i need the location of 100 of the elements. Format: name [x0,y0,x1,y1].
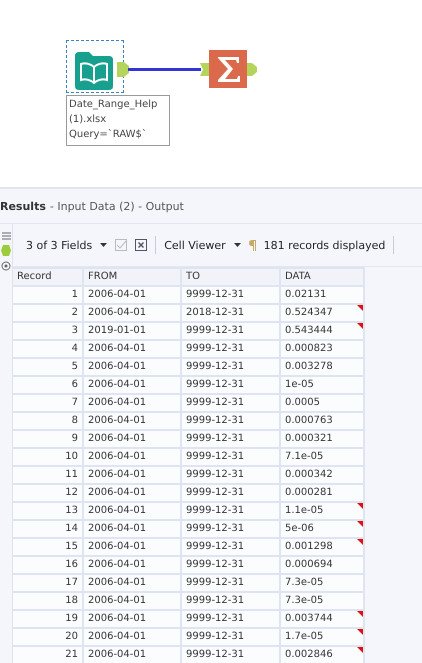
annotation-line: Query=`RAW$` [69,128,148,142]
table-cell: 2006-04-01 [84,305,180,321]
table-cell: 9999-12-31 [182,323,279,339]
table-cell: 0.000321 [281,431,363,447]
table-cell: 2006-04-01 [84,413,180,429]
panel-subtitle: - Input Data (2) - Output [50,200,184,212]
flag-icon [357,647,363,653]
viewer-dropdown[interactable]: Cell Viewer [164,238,241,252]
annotation-line: Date_Range_Help [69,98,158,112]
table-cell: 0.000763 [281,413,363,429]
fields-dropdown[interactable]: 3 of 3 Fields [26,238,108,252]
column-header[interactable]: DATA [281,269,363,285]
record-number: 16 [13,557,82,573]
table-cell: 2006-04-01 [84,431,180,447]
table-cell: 9999-12-31 [182,395,279,411]
column-header[interactable]: TO [182,269,279,285]
table-cell: 9999-12-31 [182,647,279,663]
record-number: 15 [13,539,82,555]
table-cell: 0.02131 [281,287,363,303]
table-cell: 2006-04-01 [84,647,180,663]
table-cell: 9999-12-31 [182,377,279,393]
record-number: 4 [13,341,82,357]
table-cell: 0.001298 [281,539,363,555]
table-cell: 2006-04-01 [84,503,180,519]
panel-title: Results [0,200,46,212]
caret-icon [100,243,108,247]
table-cell: 2006-04-01 [84,557,180,573]
record-number: 7 [13,395,82,411]
record-number: 19 [13,611,82,627]
table-cell: 7.3e-05 [281,593,363,609]
close-icon[interactable] [135,239,148,251]
record-number: 13 [13,503,82,519]
pilcrow-icon[interactable] [248,240,256,250]
record-number: 11 [13,467,82,483]
flag-icon [357,305,363,311]
table-cell: 9999-12-31 [182,593,279,609]
column-header[interactable]: Record [13,269,82,285]
table-cell: 9999-12-31 [182,575,279,591]
table-cell: 0.000281 [281,485,363,501]
table-cell: 1.7e-05 [281,629,363,645]
column-header[interactable]: FROM [84,269,180,285]
table-cell: 5e-06 [281,521,363,537]
flag-icon [357,521,363,527]
table-cell: 9999-12-31 [182,557,279,573]
table-cell: 9999-12-31 [182,629,279,645]
table-cell: 9999-12-31 [182,467,279,483]
record-number: 9 [13,431,82,447]
table-cell: 2006-04-01 [84,449,180,465]
table-cell: 0.000342 [281,467,363,483]
table-cell: 0.524347 [281,305,363,321]
table-cell: 9999-12-31 [182,431,279,447]
caret-icon [234,243,241,247]
menu-icon[interactable] [2,232,10,240]
table-cell: 2006-04-01 [84,467,180,483]
table-cell: 2006-04-01 [84,575,180,591]
annotation-line: (1).xlsx [69,113,108,127]
table-cell: 7.1e-05 [281,449,363,465]
record-number: 20 [13,629,82,645]
table-cell: 1e-05 [281,377,363,393]
table-cell: 2006-04-01 [84,629,180,645]
circle-icon[interactable] [1,261,11,271]
table-cell: 2018-12-31 [182,305,279,321]
output-anchor-icon[interactable] [117,62,129,77]
record-number: 5 [13,359,82,375]
record-number: 17 [13,575,82,591]
table-cell: 9999-12-31 [182,485,279,501]
record-number: 18 [13,593,82,609]
flag-icon [357,539,363,545]
table-cell: 0.000694 [281,557,363,573]
table-cell: 9999-12-31 [182,449,279,465]
record-number: 3 [13,323,82,339]
table-cell: 0.003278 [281,359,363,375]
checkbox-icon[interactable] [115,239,128,251]
table-cell: 0.002846 [281,647,363,663]
sigma-icon[interactable] [209,50,247,88]
records-count: 181 records displayed [264,238,386,252]
record-number: 1 [13,287,82,303]
record-number: 12 [13,485,82,501]
table-cell: 9999-12-31 [182,287,279,303]
table-cell: 2006-04-01 [84,287,180,303]
table-cell: 2006-04-01 [84,377,180,393]
table-cell: 0.0005 [281,395,363,411]
table-cell: 7.3e-05 [281,575,363,591]
table-cell: 9999-12-31 [182,359,279,375]
table-cell: 9999-12-31 [182,521,279,537]
table-cell: 1.1e-05 [281,503,363,519]
flag-icon [357,323,363,329]
flag-icon [357,629,363,635]
table-cell: 2006-04-01 [84,395,180,411]
record-number: 8 [13,413,82,429]
table-cell: 0.000823 [281,341,363,357]
table-cell: 0.543444 [281,323,363,339]
table-cell: 9999-12-31 [182,341,279,357]
table-cell: 9999-12-31 [182,611,279,627]
hexagon-icon[interactable] [1,245,11,256]
table-cell: 2006-04-01 [84,485,180,501]
table-cell: 2006-04-01 [84,359,180,375]
table-cell: 9999-12-31 [182,503,279,519]
record-number: 10 [13,449,82,465]
table-cell: 2006-04-01 [84,521,180,537]
